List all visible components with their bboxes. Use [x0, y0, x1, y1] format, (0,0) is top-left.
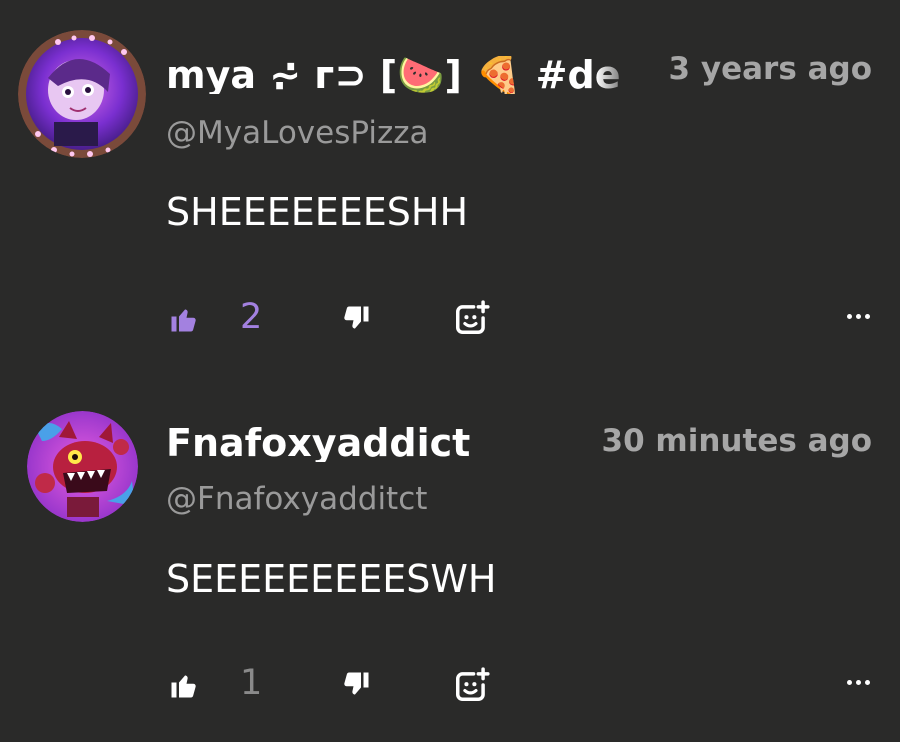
handle[interactable]: @Fnafoxyadditct: [166, 484, 427, 515]
dislike-button[interactable]: [340, 669, 372, 701]
add-reaction-icon: [456, 667, 490, 701]
thumbs-down-icon: [344, 672, 369, 695]
comment-item: Fnafoxyaddict 30 minutes ago @Fnafoxyadd…: [0, 370, 900, 742]
foxy-animatronic-avatar-icon: [27, 411, 138, 522]
add-reaction-icon: [456, 300, 490, 334]
timestamp: 30 minutes ago: [601, 423, 873, 459]
timestamp: 3 years ago: [668, 51, 872, 87]
thumbs-up-icon: [171, 675, 196, 698]
more-options-button[interactable]: [847, 680, 870, 685]
like-button[interactable]: [168, 669, 200, 701]
like-button[interactable]: [168, 303, 200, 335]
more-options-icon: [847, 314, 852, 319]
display-name[interactable]: mya ⩫ ᴦ⊃ [🍉] 🍕 #de: [166, 56, 636, 94]
comment-text: SHEEEEEEESHH: [166, 190, 469, 234]
thumbs-down-icon: [344, 306, 369, 329]
more-options-button[interactable]: [847, 314, 870, 319]
thumbs-up-icon: [171, 309, 196, 332]
display-name[interactable]: Fnafoxyaddict: [166, 424, 586, 462]
add-reaction-button[interactable]: [452, 665, 492, 705]
comment-item: mya ⩫ ᴦ⊃ [🍉] 🍕 #de 3 years ago @MyaLoves…: [0, 0, 900, 370]
more-options-icon: [847, 680, 852, 685]
avatar[interactable]: [27, 411, 138, 522]
comment-text: SEEEEEEEEESWH: [166, 557, 497, 601]
add-reaction-button[interactable]: [452, 298, 492, 338]
handle[interactable]: @MyaLovesPizza: [166, 118, 429, 149]
avatar[interactable]: [18, 30, 146, 158]
like-count: 1: [240, 663, 263, 703]
anime-girl-avatar-icon: [18, 30, 146, 158]
dislike-button[interactable]: [340, 303, 372, 335]
like-count: 2: [240, 297, 263, 337]
